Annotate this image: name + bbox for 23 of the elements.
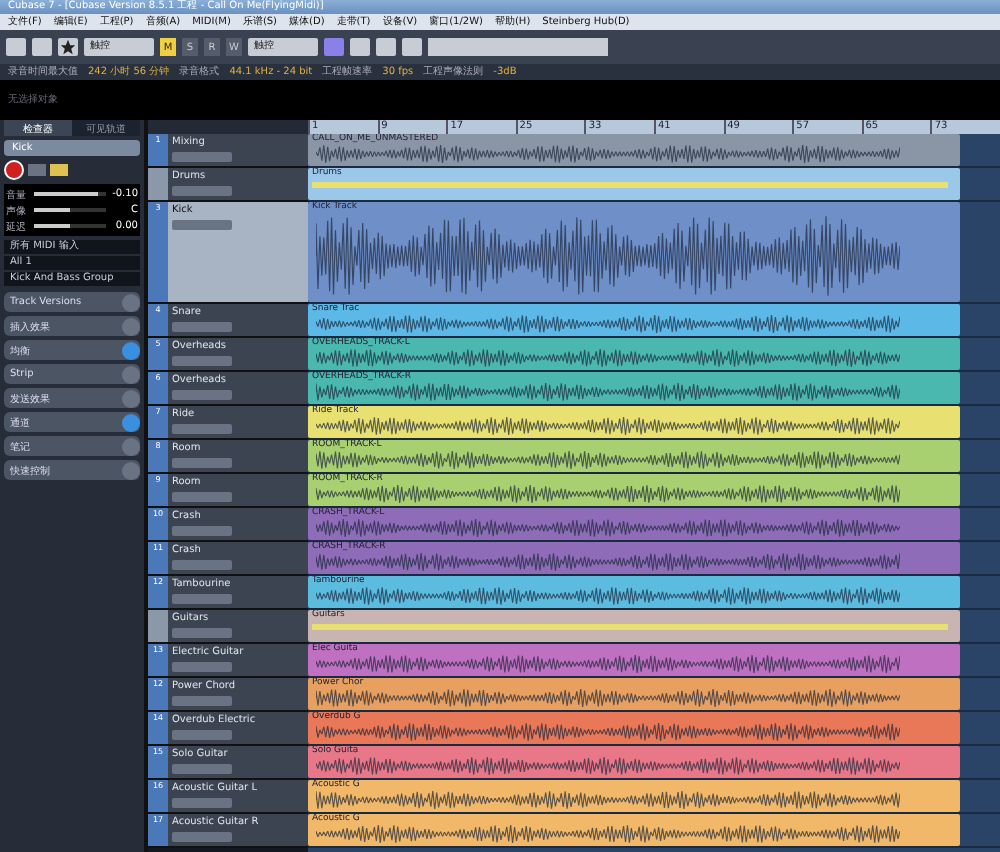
- monitor-button[interactable]: [28, 164, 46, 176]
- track-controls-icon[interactable]: [172, 594, 232, 604]
- track-controls-icon[interactable]: [172, 424, 232, 434]
- track-controls-icon[interactable]: [172, 662, 232, 672]
- edit-button[interactable]: [50, 164, 68, 176]
- track-controls-icon[interactable]: [172, 696, 232, 706]
- track-controls-icon[interactable]: [172, 220, 232, 230]
- track-controls-icon[interactable]: [172, 492, 232, 502]
- track-controls-icon[interactable]: [172, 832, 232, 842]
- track-controls-icon[interactable]: [172, 390, 232, 400]
- track-controls-icon[interactable]: [172, 730, 232, 740]
- track-controls-icon[interactable]: [172, 628, 232, 638]
- track-controls-icon[interactable]: [172, 526, 232, 536]
- track-controls-icon[interactable]: [172, 560, 232, 570]
- record-enable-icon[interactable]: [4, 160, 24, 180]
- track-controls-icon[interactable]: [172, 458, 232, 468]
- track-controls-icon[interactable]: [172, 356, 232, 366]
- star-icon[interactable]: [58, 38, 78, 56]
- track-controls-icon[interactable]: [172, 186, 232, 196]
- track-controls-icon[interactable]: [172, 764, 232, 774]
- track-controls-icon[interactable]: [172, 152, 232, 162]
- track-controls-icon[interactable]: [172, 322, 232, 332]
- track-controls-icon[interactable]: [172, 798, 232, 808]
